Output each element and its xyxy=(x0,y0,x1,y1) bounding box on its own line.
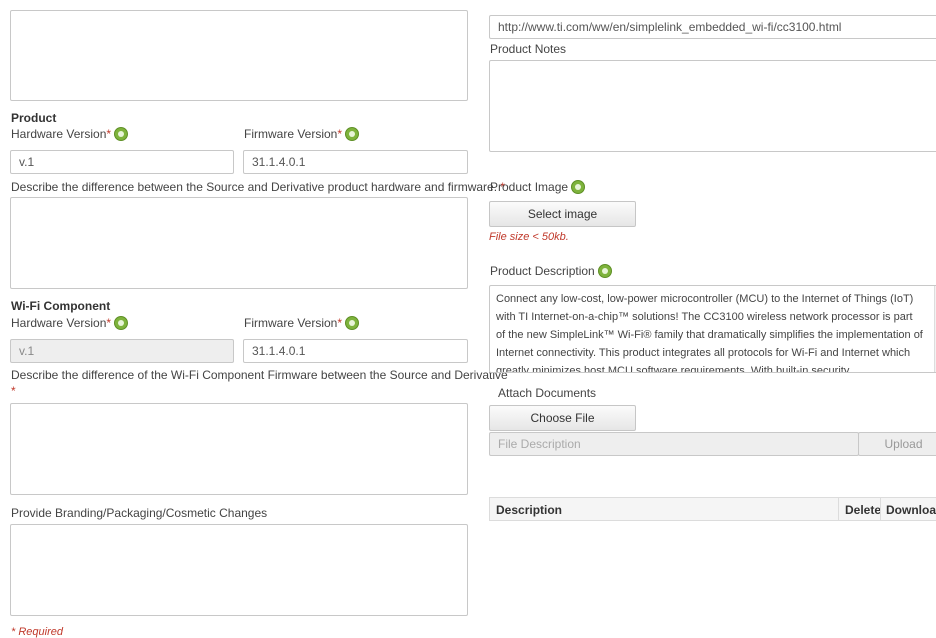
product-notes-textarea[interactable] xyxy=(489,60,936,152)
wifi-required-mark: * xyxy=(11,384,16,398)
product-hardware-input[interactable]: v.1 xyxy=(10,150,234,174)
file-description-input[interactable]: File Description xyxy=(489,432,859,456)
col-download: Download xyxy=(886,503,936,517)
help-icon[interactable] xyxy=(345,127,360,141)
help-icon[interactable] xyxy=(114,127,129,141)
col-divider xyxy=(838,498,839,520)
top-textarea[interactable] xyxy=(10,10,468,101)
col-divider xyxy=(880,498,881,520)
help-icon[interactable] xyxy=(114,316,129,330)
wifi-firmware-label: Firmware Version* xyxy=(244,316,360,330)
wifi-firmware-input[interactable]: 31.1.4.0.1 xyxy=(243,339,468,363)
branding-label: Provide Branding/Packaging/Cosmetic Chan… xyxy=(11,506,268,520)
choose-file-button[interactable]: Choose File xyxy=(489,405,636,431)
product-describe-label: Describe the difference between the Sour… xyxy=(11,180,506,194)
help-icon[interactable] xyxy=(345,316,360,330)
branding-textarea[interactable] xyxy=(10,524,468,616)
wifi-describe-textarea[interactable] xyxy=(10,403,468,495)
help-icon[interactable] xyxy=(571,180,586,194)
required-note: * Required xyxy=(11,626,63,638)
product-image-label: Product Image xyxy=(490,180,586,194)
product-description-text: Connect any low-cost, low-power microcon… xyxy=(496,293,923,372)
wifi-describe-label: Describe the difference of the Wi-Fi Com… xyxy=(11,368,508,382)
product-url-input[interactable]: http://www.ti.com/ww/en/simplelink_embed… xyxy=(489,15,936,39)
product-description-label: Product Description xyxy=(490,264,612,278)
product-describe-textarea[interactable] xyxy=(10,197,468,289)
documents-table-header: Description Delete Download xyxy=(489,497,936,521)
product-firmware-input[interactable]: 31.1.4.0.1 xyxy=(243,150,468,174)
wifi-hardware-input: v.1 xyxy=(10,339,234,363)
col-delete: Delete xyxy=(845,503,882,517)
col-description: Description xyxy=(496,503,563,517)
product-notes-label: Product Notes xyxy=(490,42,567,56)
product-hardware-label: Hardware Version* xyxy=(11,127,129,141)
upload-button[interactable]: Upload xyxy=(858,432,936,456)
attach-documents-label: Attach Documents xyxy=(498,386,597,400)
product-description-box[interactable]: Connect any low-cost, low-power microcon… xyxy=(489,285,936,373)
file-size-note: File size < 50kb. xyxy=(489,231,569,243)
product-firmware-label: Firmware Version* xyxy=(244,127,360,141)
select-image-button[interactable]: Select image xyxy=(489,201,636,227)
help-icon[interactable] xyxy=(597,264,612,278)
wifi-heading: Wi-Fi Component xyxy=(11,299,111,313)
wifi-hardware-label: Hardware Version* xyxy=(11,316,129,330)
product-heading: Product xyxy=(11,111,57,125)
